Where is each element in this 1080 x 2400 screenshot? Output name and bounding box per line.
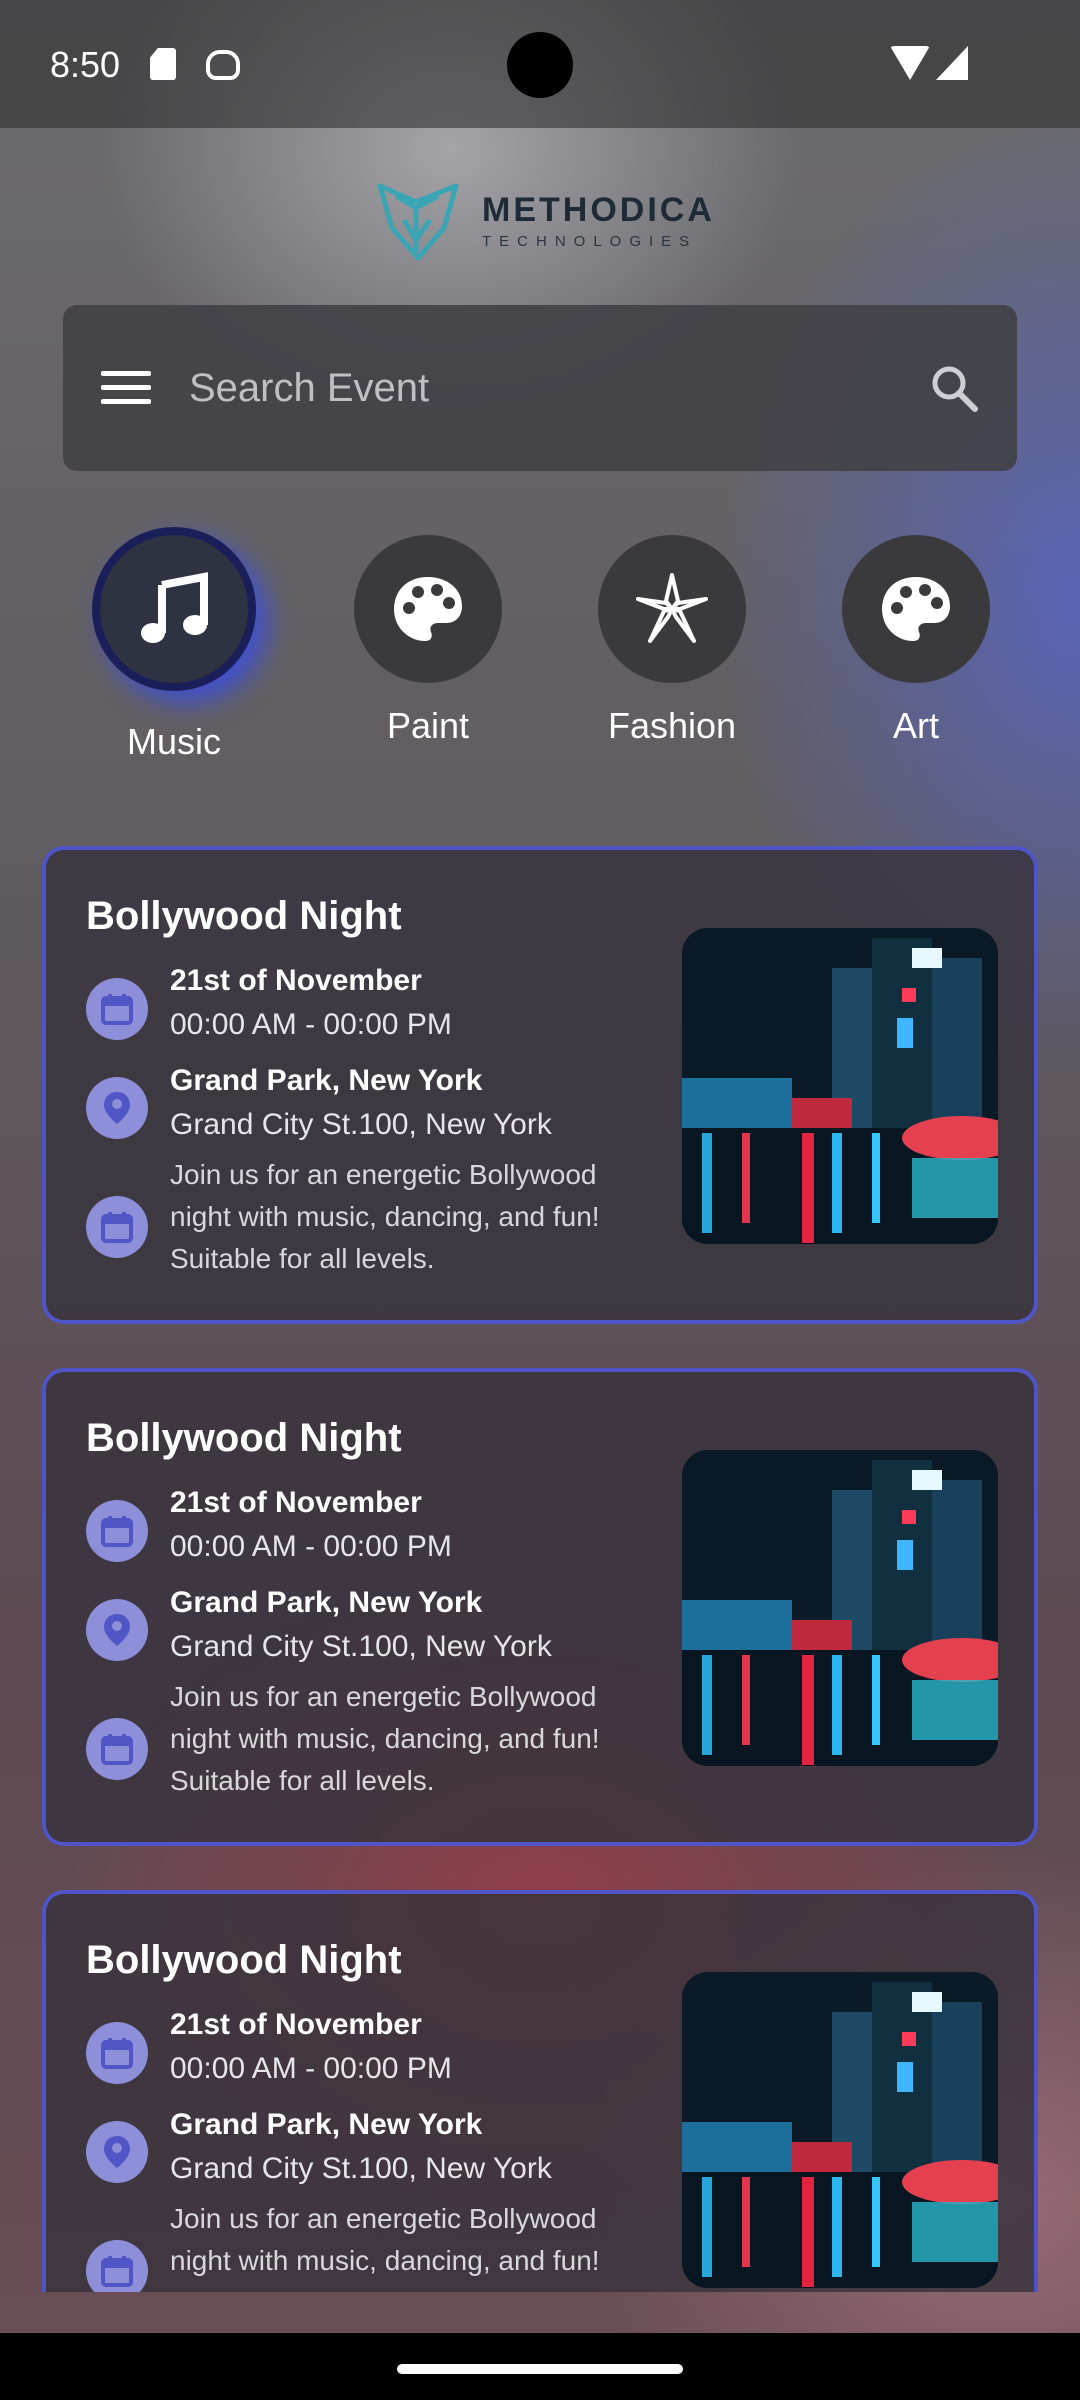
event-description: Join us for an energetic Bollywood night… <box>170 2203 600 2292</box>
event-title: Bollywood Night <box>86 894 402 938</box>
location-pin-icon <box>86 2121 148 2183</box>
event-date: 21st of November <box>170 1486 422 1519</box>
app-screen: 8:50 METHODICA TECHNOLOGIES Search Event… <box>0 0 1080 2333</box>
category-music-button[interactable] <box>92 527 256 691</box>
event-title: Bollywood Night <box>86 1416 402 1460</box>
logo-mark-icon <box>377 183 459 261</box>
palette-icon <box>394 577 462 641</box>
event-image <box>682 1972 998 2288</box>
calendar-icon <box>86 2240 148 2292</box>
search-icon[interactable] <box>929 363 979 413</box>
event-address: Grand City St.100, New York <box>170 1108 552 1141</box>
category-art-button[interactable] <box>842 535 990 683</box>
sd-card-icon <box>150 48 176 80</box>
signal-icon <box>936 46 968 80</box>
category-label: Art <box>892 705 939 746</box>
music-note-icon <box>141 572 208 643</box>
event-venue: Grand Park, New York <box>170 1586 483 1619</box>
location-pin-icon <box>86 1599 148 1661</box>
category-fashion-button[interactable] <box>598 535 746 683</box>
calendar-icon <box>86 1500 148 1562</box>
logo-subtitle: TECHNOLOGIES <box>482 232 698 250</box>
location-pin-icon <box>86 1077 148 1139</box>
event-card[interactable]: Bollywood Night 21st of November 00:00 A… <box>42 846 1038 1324</box>
category-label: Paint <box>386 705 470 746</box>
category-music[interactable]: Music <box>92 527 256 763</box>
event-list: Bollywood Night 21st of November 00:00 A… <box>0 830 1080 2292</box>
brand-logo: METHODICA TECHNOLOGIES <box>376 180 715 262</box>
camera-cutout <box>507 32 573 98</box>
calendar-icon <box>86 1718 148 1780</box>
event-title: Bollywood Night <box>86 1938 402 1982</box>
event-card[interactable]: Bollywood Night 21st of November 00:00 A… <box>42 1890 1038 2292</box>
event-description: Join us for an energetic Bollywood night… <box>170 1159 600 1274</box>
wifi-icon <box>890 46 930 80</box>
logo-title: METHODICA <box>482 190 715 229</box>
event-card[interactable]: Bollywood Night 21st of November 00:00 A… <box>42 1368 1038 1846</box>
category-label: Music <box>126 721 221 762</box>
event-image <box>682 1450 998 1766</box>
calendar-icon <box>86 2022 148 2084</box>
hamburger-menu-icon[interactable] <box>101 371 151 405</box>
notification-icon <box>206 50 240 80</box>
search-input[interactable] <box>189 355 889 421</box>
event-address: Grand City St.100, New York <box>170 1630 552 1663</box>
search-bar <box>63 305 1017 471</box>
event-time: 00:00 AM - 00:00 PM <box>170 1008 452 1041</box>
navigation-handle[interactable] <box>397 2364 683 2374</box>
event-venue: Grand Park, New York <box>170 2108 483 2141</box>
status-bar: 8:50 <box>0 0 1080 128</box>
event-description: Join us for an energetic Bollywood night… <box>170 1681 600 1796</box>
event-date: 21st of November <box>170 964 422 997</box>
status-time: 8:50 <box>50 44 121 85</box>
palette-icon <box>882 577 950 641</box>
category-paint-button[interactable] <box>354 535 502 683</box>
calendar-icon <box>86 978 148 1040</box>
event-venue: Grand Park, New York <box>170 1064 483 1097</box>
calendar-icon <box>86 1196 148 1258</box>
category-fashion[interactable]: Fashion <box>598 535 746 747</box>
fashion-icon <box>636 573 708 643</box>
event-time: 00:00 AM - 00:00 PM <box>170 2052 452 2085</box>
event-address: Grand City St.100, New York <box>170 2152 552 2185</box>
category-paint[interactable]: Paint <box>354 535 502 747</box>
event-time: 00:00 AM - 00:00 PM <box>170 1530 452 1563</box>
category-label: Fashion <box>607 705 737 746</box>
event-image <box>682 928 998 1244</box>
category-art[interactable]: Art <box>842 535 990 747</box>
event-date: 21st of November <box>170 2008 422 2041</box>
